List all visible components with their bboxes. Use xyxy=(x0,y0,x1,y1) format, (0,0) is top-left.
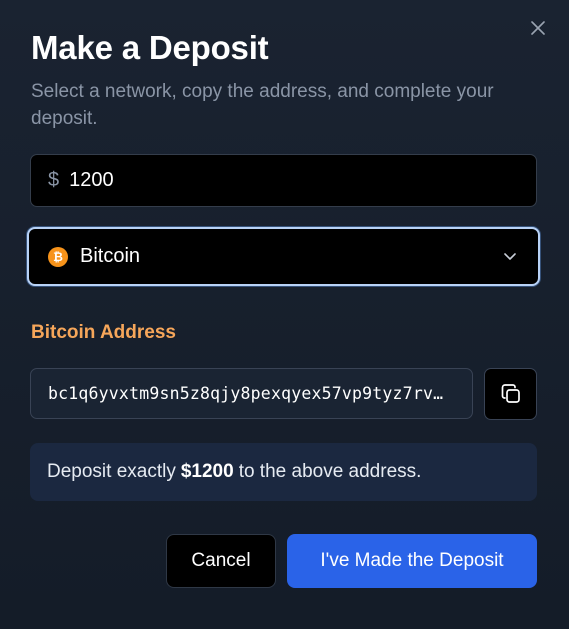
close-icon xyxy=(531,21,545,35)
notice-prefix: Deposit exactly xyxy=(47,461,176,482)
amount-input[interactable] xyxy=(69,169,470,192)
notice-amount: $1200 xyxy=(180,461,234,482)
address-label: Bitcoin Address xyxy=(31,322,176,343)
close-button[interactable] xyxy=(524,14,552,42)
chevron-down-icon xyxy=(502,252,518,262)
deposit-dialog: Make a Deposit Select a network, copy th… xyxy=(0,0,569,629)
dialog-subtitle: Select a network, copy the address, and … xyxy=(31,81,494,129)
currency-symbol: $ xyxy=(48,169,60,191)
copy-icon xyxy=(501,384,520,403)
network-selected-label: Bitcoin xyxy=(80,245,141,267)
confirm-deposit-button[interactable]: I've Made the Deposit xyxy=(287,534,537,588)
bitcoin-icon: ₿ xyxy=(48,246,68,267)
deposit-notice: Deposit exactly $1200 to the above addre… xyxy=(30,443,537,501)
dialog-title: Make a Deposit xyxy=(31,29,269,66)
copy-address-button[interactable] xyxy=(484,368,537,420)
address-field[interactable]: bc1q6yvxtm9sn5z8qjy8pexqyex57vp9tyz7rv… xyxy=(30,368,473,419)
notice-suffix: to the above address. xyxy=(238,461,422,482)
network-select[interactable]: ₿ Bitcoin xyxy=(27,227,540,286)
cancel-button[interactable]: Cancel xyxy=(166,534,276,588)
address-value: bc1q6yvxtm9sn5z8qjy8pexqyex57vp9tyz7rv… xyxy=(48,384,444,403)
amount-field[interactable]: $ xyxy=(30,154,537,207)
